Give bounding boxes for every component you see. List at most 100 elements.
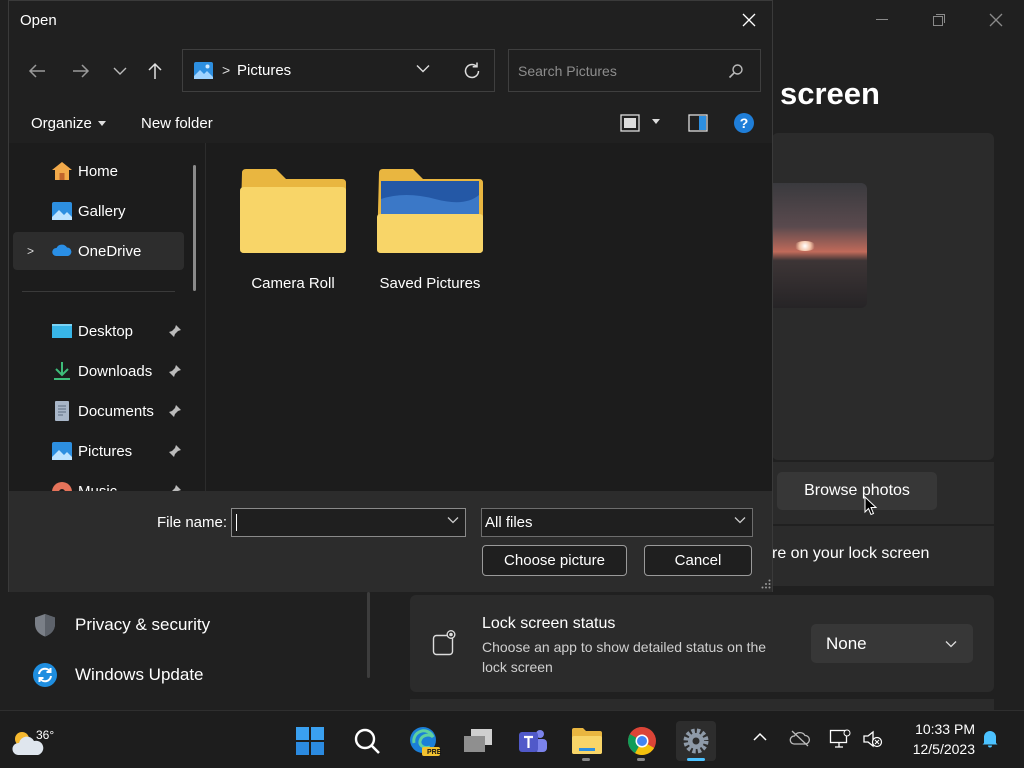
pin-icon[interactable]	[168, 404, 182, 418]
nav-home[interactable]: Home	[13, 152, 184, 190]
music-icon	[52, 482, 72, 491]
folder-camera-roll[interactable]: Camera Roll	[238, 169, 348, 292]
preview-pane-icon[interactable]	[688, 113, 708, 133]
nav-windows-update[interactable]: Windows Update	[32, 662, 204, 688]
search-placeholder: Search Pictures	[518, 63, 617, 79]
breadcrumb-pictures[interactable]: Pictures	[237, 62, 291, 79]
start-button[interactable]	[290, 721, 330, 761]
folder-icon	[240, 169, 346, 253]
teams-icon	[519, 730, 547, 752]
home-icon	[52, 162, 72, 180]
browse-photos-button[interactable]: Browse photos	[777, 472, 937, 510]
folder-label: Saved Pictures	[379, 275, 481, 292]
nav-privacy-security[interactable]: Privacy & security	[32, 612, 210, 638]
recent-locations-button[interactable]	[108, 59, 132, 83]
pin-icon[interactable]	[168, 484, 182, 491]
open-dialog: Open > Pictures Search Pictures Organize…	[8, 0, 773, 592]
back-button[interactable]	[25, 59, 49, 83]
onedrive-icon	[52, 244, 72, 256]
lock-status-title: Lock screen status	[482, 615, 616, 632]
taskbar-task-view[interactable]	[458, 721, 498, 761]
restore-button[interactable]	[910, 0, 967, 40]
show-hidden-icons-chevron-icon[interactable]	[752, 729, 768, 745]
breadcrumb-separator: >	[222, 62, 231, 78]
nav-music[interactable]: Music	[13, 472, 184, 491]
notification-bell-icon[interactable]	[981, 728, 999, 748]
pane-splitter[interactable]	[205, 143, 206, 491]
weather-temperature: 36°	[36, 728, 55, 742]
expand-chevron-icon[interactable]: >	[27, 244, 34, 258]
view-mode-icon[interactable]	[620, 113, 640, 133]
nav-label: Windows Update	[75, 665, 204, 684]
chevron-down-icon	[945, 640, 957, 647]
settings-caption-buttons	[853, 0, 1024, 40]
minimize-button[interactable]	[853, 0, 910, 40]
nav-desktop[interactable]: Desktop	[13, 312, 184, 350]
chevron-down-icon[interactable]	[416, 64, 430, 73]
forward-button[interactable]	[69, 59, 93, 83]
folder-label: Camera Roll	[251, 275, 335, 292]
volume-muted-icon[interactable]	[862, 729, 884, 749]
nav-pictures[interactable]: Pictures	[13, 432, 184, 470]
folder-saved-pictures[interactable]: Saved Pictures	[375, 169, 485, 292]
file-type-select[interactable]: All files	[481, 508, 753, 537]
windows-update-icon	[33, 663, 57, 687]
task-view-icon	[464, 729, 492, 752]
lock-status-dropdown-value: None	[826, 633, 867, 653]
nav-label: Privacy & security	[75, 615, 211, 634]
active-indicator	[687, 758, 705, 761]
taskbar-search-button[interactable]	[347, 721, 387, 761]
taskbar-teams[interactable]	[512, 721, 552, 761]
lock-status-dropdown[interactable]: None	[811, 624, 973, 663]
nav-downloads[interactable]: Downloads	[13, 352, 184, 390]
nav-onedrive[interactable]: > OneDrive	[13, 232, 184, 270]
nav-scrollbar[interactable]	[367, 592, 370, 678]
up-button[interactable]	[143, 59, 167, 83]
organize-menu[interactable]: Organize	[31, 115, 106, 132]
chevron-down-icon[interactable]	[447, 516, 459, 524]
pin-icon[interactable]	[168, 324, 182, 338]
page-title: screen	[780, 76, 880, 111]
address-bar[interactable]: > Pictures	[182, 49, 495, 92]
help-button[interactable]: ?	[734, 113, 754, 133]
caret-down-icon	[97, 121, 106, 126]
file-type-value: All files	[485, 514, 533, 531]
documents-icon	[55, 401, 69, 421]
pictures-icon	[194, 62, 213, 79]
pin-icon[interactable]	[168, 364, 182, 378]
file-name-label: File name:	[157, 514, 228, 531]
taskbar-edge-preview[interactable]: PRE	[404, 721, 444, 761]
nav-divider	[22, 291, 175, 292]
downloads-icon	[54, 362, 70, 380]
search-input[interactable]: Search Pictures	[508, 49, 761, 92]
view-options-caret-icon[interactable]	[652, 119, 660, 125]
settings-close-button[interactable]	[967, 0, 1024, 40]
resize-grip-icon[interactable]	[761, 579, 771, 589]
onedrive-offline-icon[interactable]	[789, 729, 811, 747]
taskbar-chrome[interactable]	[622, 721, 662, 761]
refresh-icon[interactable]	[462, 61, 482, 81]
file-name-input[interactable]	[231, 508, 466, 537]
taskbar-file-explorer[interactable]	[567, 721, 607, 761]
cancel-button[interactable]: Cancel	[644, 545, 752, 576]
weather-widget[interactable]: 36°	[8, 719, 58, 761]
navigation-pane-scrollbar[interactable]	[193, 165, 196, 291]
file-explorer-icon	[572, 728, 602, 754]
choose-picture-button[interactable]: Choose picture	[482, 545, 627, 576]
dialog-close-button[interactable]	[738, 9, 760, 31]
nav-gallery[interactable]: Gallery	[13, 192, 184, 230]
clock[interactable]: 10:33 PM 12/5/2023	[895, 719, 975, 759]
dialog-bottom-bar	[9, 491, 772, 592]
network-icon[interactable]	[829, 729, 851, 749]
taskbar: 36° PRE 10:33 PM 12/5/2023	[0, 710, 1024, 768]
folder-with-image-icon	[377, 169, 483, 253]
search-icon[interactable]	[728, 63, 744, 79]
pin-icon[interactable]	[168, 444, 182, 458]
close-icon	[989, 13, 1002, 27]
new-folder-button[interactable]: New folder	[141, 115, 213, 132]
nav-documents[interactable]: Documents	[13, 392, 184, 430]
dialog-titlebar[interactable]	[9, 1, 772, 39]
chevron-down-icon	[734, 517, 746, 524]
taskbar-settings[interactable]	[676, 721, 716, 761]
desktop-icon	[52, 324, 72, 338]
